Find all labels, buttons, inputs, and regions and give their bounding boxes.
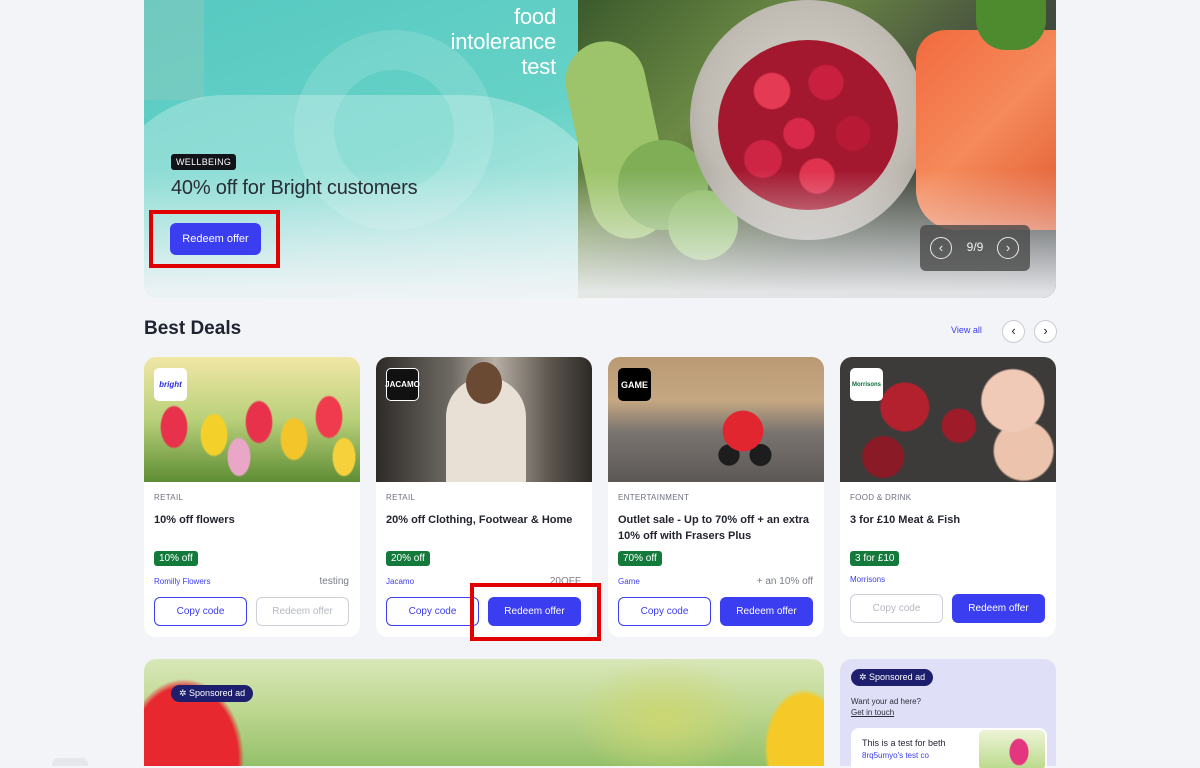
bright-logo: bright (154, 368, 187, 401)
discount-badge: 70% off (618, 551, 662, 566)
merchant-link[interactable]: Morrisons (850, 575, 885, 584)
chevron-right-icon: › (1043, 323, 1048, 338)
view-all-link[interactable]: View all (951, 325, 982, 335)
copy-code-button[interactable]: Copy code (154, 597, 247, 626)
redeem-offer-button[interactable]: Redeem offer (488, 597, 581, 626)
chevron-right-icon: › (1005, 240, 1011, 255)
sponsored-ad-badge: ✲ Sponsored ad (851, 669, 934, 686)
sparkle-icon: ✲ (179, 688, 190, 698)
deal-category: FOOD & DRINK (850, 493, 912, 502)
redeem-offer-button[interactable]: Redeem offer (256, 597, 349, 626)
deal-card[interactable]: GAME ENTERTAINMENT Outlet sale - Up to 7… (608, 357, 824, 637)
deal-extra-text: + an 10% off (756, 576, 813, 587)
deal-title: 3 for £10 Meat & Fish (850, 514, 961, 526)
sponsored-banner[interactable] (144, 659, 824, 766)
chevron-left-icon: ‹ (938, 240, 944, 255)
redeem-offer-button[interactable]: Redeem offer (952, 594, 1045, 623)
merchant-link[interactable]: Romilly Flowers (154, 577, 210, 586)
deal-category: ENTERTAINMENT (618, 493, 690, 502)
hero-redeem-button[interactable]: Redeem offer (170, 223, 261, 255)
deal-category: RETAIL (154, 493, 184, 502)
game-logo: GAME (618, 368, 651, 401)
chevron-left-icon: ‹ (1011, 323, 1016, 338)
merchant-link[interactable]: Game (618, 577, 640, 586)
discount-badge: 10% off (154, 551, 198, 566)
hero-title: 40% off for Bright customers (171, 177, 418, 199)
merchant-link[interactable]: Jacamo (386, 577, 414, 586)
deal-title: Outlet sale - Up to 70% off + an extra 1… (618, 514, 810, 542)
jacamo-logo: JACAMO (385, 368, 420, 401)
sparkle-icon: ✲ (859, 672, 870, 682)
discount-badge: 3 for £10 (850, 551, 900, 566)
promo-code-text: 20OFF (549, 576, 581, 587)
ad-question: Want your ad here? (851, 697, 921, 706)
redeem-offer-button[interactable]: Redeem offer (720, 597, 813, 626)
ad-card[interactable]: This is a test for beth 8rq5umyo's test … (851, 728, 1047, 768)
hero-pager: ‹ 9/9 › (920, 225, 1030, 271)
scroll-indicator (52, 758, 88, 766)
deal-card[interactable]: Morrisons FOOD & DRINK 3 for £10 Meat & … (840, 357, 1056, 637)
morrisons-logo: Morrisons (850, 368, 883, 401)
get-in-touch-link[interactable]: Get in touch (851, 708, 894, 717)
best-deals-title: Best Deals (144, 318, 242, 339)
deal-extra-text: testing (319, 576, 349, 587)
hero-slide-count: 9/9 (966, 240, 984, 254)
deals-next-button[interactable]: › (1034, 320, 1057, 343)
deals-prev-button[interactable]: ‹ (1002, 320, 1025, 343)
sponsored-ad-badge: ✲ Sponsored ad (171, 685, 254, 702)
copy-code-button[interactable]: Copy code (386, 597, 479, 626)
hero-brand-text: food intolerance test (450, 4, 557, 79)
deal-category: RETAIL (386, 493, 416, 502)
discount-badge: 20% off (386, 551, 430, 566)
hero-next-button[interactable]: › (997, 237, 1019, 259)
ad-card-subtitle: 8rq5umyo's test co (862, 751, 929, 760)
copy-code-button[interactable]: Copy code (618, 597, 711, 626)
deal-card[interactable]: JACAMO RETAIL 20% off Clothing, Footwear… (376, 357, 592, 637)
hero-category-badge: WELLBEING (171, 154, 237, 170)
deal-card[interactable]: bright RETAIL 10% off flowers 10% off Ro… (144, 357, 360, 637)
ad-card-title: This is a test for beth (862, 738, 946, 748)
copy-code-button[interactable]: Copy code (850, 594, 943, 623)
deal-title: 10% off flowers (154, 514, 235, 526)
deal-title: 20% off Clothing, Footwear & Home (386, 514, 573, 526)
ad-card-image (979, 730, 1045, 768)
hero-prev-button[interactable]: ‹ (930, 237, 952, 259)
